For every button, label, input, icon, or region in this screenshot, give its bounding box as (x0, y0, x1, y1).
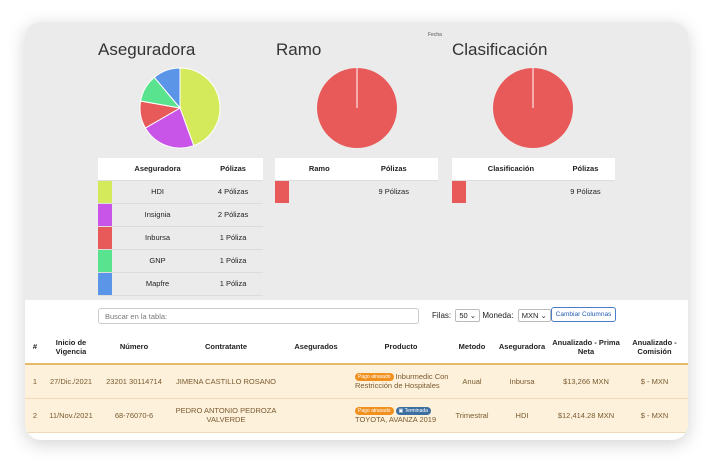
aseguradora-count: 4 Pólizas (203, 180, 263, 204)
column-header[interactable]: Asegurados (281, 330, 351, 365)
contratante: JIMENA CASTILLO ROSANO (171, 364, 281, 399)
polizas-col-header: Pólizas (203, 158, 263, 181)
ramo-count: 9 Pólizas (378, 187, 409, 196)
ramo-title: Ramo (276, 40, 322, 59)
status-badge: ▣ Terminada (395, 407, 431, 415)
column-header[interactable]: Anualizado - Comisión (621, 330, 688, 365)
aseguradora-pie-chart (139, 67, 221, 149)
aseguradora-table: Aseguradora Pólizas HDI 4 Pólizas Insignia… (98, 158, 263, 296)
rows-control: Filas: 50 ⌄ Moneda: MXN ⌄ (432, 309, 551, 322)
prima-neta: $12,414.28 MXN (551, 398, 621, 433)
metodo: Anual (451, 364, 493, 399)
aseguradora-row: Insignia 2 Pólizas (98, 203, 263, 227)
color-swatch (275, 180, 289, 203)
color-swatch (98, 180, 112, 203)
clasificacion-col-header: Clasificación (466, 158, 556, 181)
aseguradora-name: Insignia (112, 203, 204, 227)
moneda-select[interactable]: MXN ⌄ (517, 309, 551, 322)
aseguradora-name: Mapfre (112, 272, 204, 296)
cambiar-columnas-button[interactable]: Cambiar Columnas (551, 307, 616, 322)
aseguradora-row: HDI 4 Pólizas (98, 180, 263, 204)
color-swatch (98, 226, 112, 249)
aseguradora: Inbursa (493, 364, 551, 399)
chevron-down-icon: ⌄ (540, 311, 547, 320)
inicio-vigencia: 27/Dic./2021 (45, 364, 97, 399)
report-card: Fecha Aseguradora Ramo Clasificación Ase… (25, 22, 688, 440)
search-input[interactable]: Buscar en la tabla: (98, 308, 419, 324)
comision: $ - MXN (621, 398, 688, 433)
ramo-col-header: Ramo (289, 158, 350, 181)
aseguradora-row: GNP 1 Póliza (98, 249, 263, 273)
color-swatch (452, 180, 466, 203)
ramo-table: Ramo Pólizas 9 Pólizas (275, 158, 438, 203)
inicio-vigencia: 11/Nov./2021 (45, 398, 97, 433)
column-header[interactable]: Inicio de Vigencia (45, 330, 97, 365)
aseguradora-count: 2 Pólizas (203, 203, 263, 227)
aseguradora-count: 1 Póliza (203, 272, 263, 296)
column-header[interactable]: Número (97, 330, 171, 365)
color-swatch (98, 249, 112, 272)
clasificacion-pie-chart (493, 68, 573, 148)
row-number: 2 (25, 398, 45, 433)
prima-neta: $13,266 MXN (551, 364, 621, 399)
clasificacion-title: Clasificación (452, 40, 548, 59)
aseguradora-name: GNP (112, 249, 204, 273)
aseguradora-count: 1 Póliza (203, 226, 263, 250)
row-number: 1 (25, 364, 45, 399)
asegurados (281, 364, 351, 399)
policies-table: # Inicio de Vigencia Número Contratante Aseg… (25, 330, 688, 433)
aseguradora: HDI (493, 398, 551, 433)
contratante: PEDRO ANTONIO PEDROZA VALVERDE (171, 398, 281, 433)
producto: Pago atrasado ▣ TerminadaTOYOTA, AVANZA 2… (351, 398, 451, 433)
chevron-down-icon: ⌄ (469, 311, 477, 320)
clasificacion-row: 9 Pólizas (452, 180, 615, 203)
column-header[interactable]: Producto (351, 330, 451, 365)
rows-select[interactable]: 50 ⌄ (455, 309, 481, 322)
column-header[interactable]: # (25, 330, 45, 365)
ramo-row: 9 Pólizas (275, 180, 438, 203)
color-swatch (98, 203, 112, 226)
aseguradora-count: 1 Póliza (203, 249, 263, 273)
comision: $ - MXN (621, 364, 688, 399)
table-row[interactable]: 1 27/Dic./2021 23201 30114714 JIMENA CASTIL… (25, 364, 688, 399)
asegurados (281, 398, 351, 433)
aseguradora-name: HDI (112, 180, 204, 204)
clasificacion-count: 9 Pólizas (570, 187, 601, 196)
clasificacion-table: Clasificación Pólizas 9 Pólizas (452, 158, 615, 203)
ramo-pie-chart (317, 68, 397, 148)
aseguradora-title: Aseguradora (98, 40, 196, 59)
ramo-polizas-col-header: Pólizas (349, 158, 438, 181)
status-badge: Pago atrasado (355, 407, 394, 415)
clasificacion-polizas-col-header: Pólizas (555, 158, 615, 181)
status-badge: Pago atrasado (355, 373, 394, 382)
producto: Pago atrasado Inburmedic Con Restricción … (351, 364, 451, 399)
aseguradora-col-header: Aseguradora (112, 158, 204, 181)
column-header[interactable]: Metodo (451, 330, 493, 365)
policies-panel: Buscar en la tabla: Filas: 50 ⌄ Moneda: … (25, 300, 688, 440)
numero: 23201 30114714 (97, 364, 171, 399)
column-header[interactable]: Aseguradora (493, 330, 551, 365)
aseguradora-row: Inbursa 1 Póliza (98, 226, 263, 250)
aseguradora-row: Mapfre 1 Póliza (98, 272, 263, 296)
numero: 68-76070-6 (97, 398, 171, 433)
column-header[interactable]: Anualizado - Prima Neta (551, 330, 621, 365)
color-swatch (98, 272, 112, 295)
table-row[interactable]: 2 11/Nov./2021 68-76070-6 PEDRO ANTONIO PED… (25, 398, 688, 433)
fecha-label: Fecha (428, 32, 442, 38)
producto-text: TOYOTA, AVANZA 2019 (355, 415, 437, 424)
aseguradora-name: Inbursa (112, 226, 204, 250)
metodo: Trimestral (451, 398, 493, 433)
moneda-label: Moneda: (482, 311, 514, 320)
rows-label: Filas: (432, 311, 452, 320)
column-header[interactable]: Contratante (171, 330, 281, 365)
